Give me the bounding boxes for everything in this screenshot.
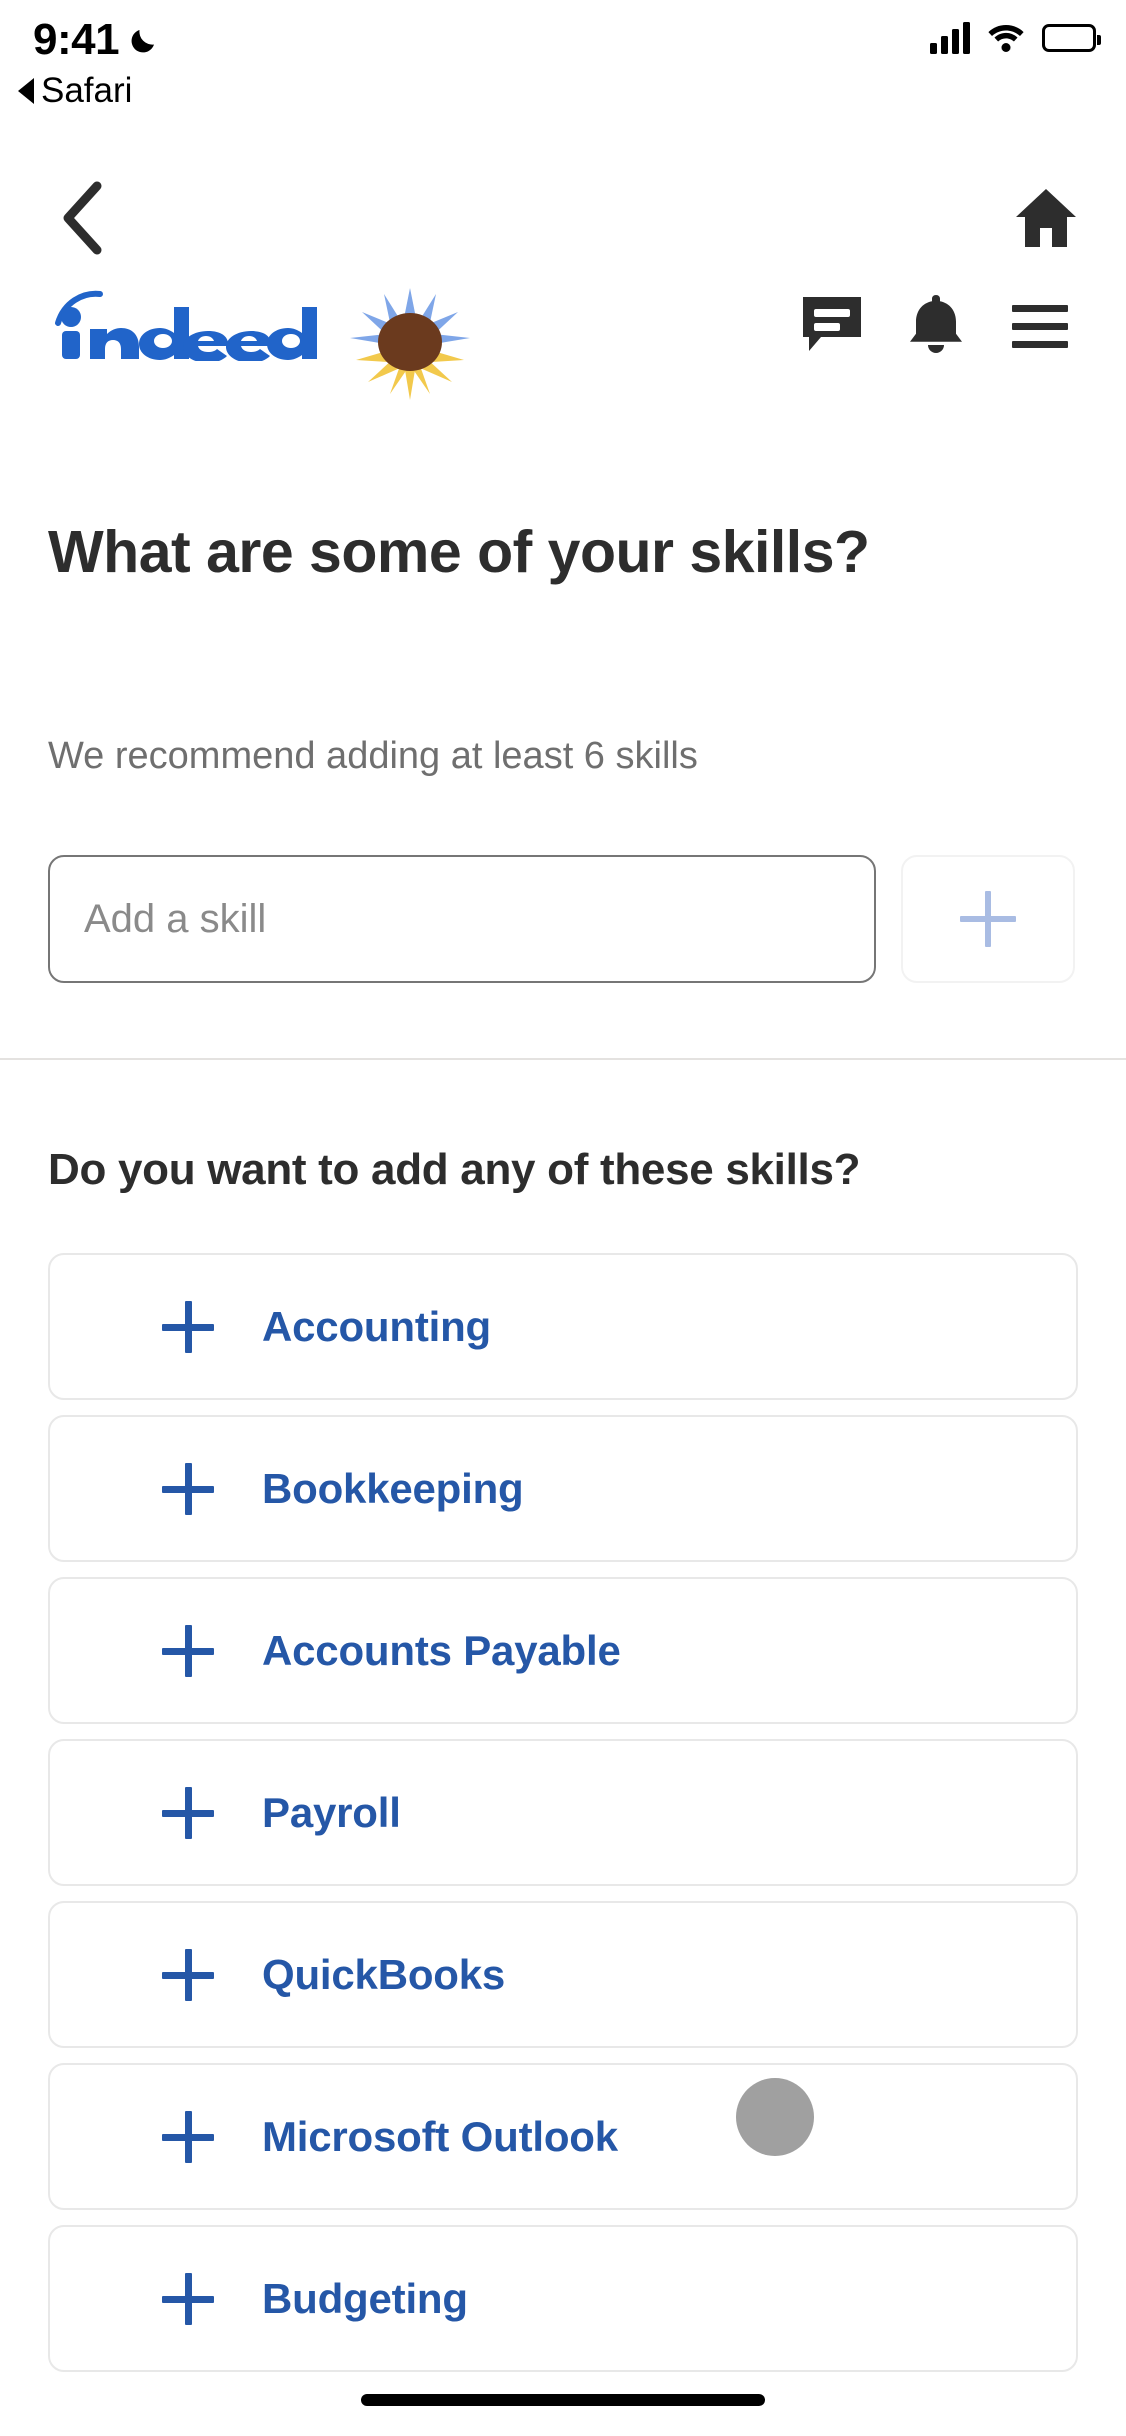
suggested-skill-label: Budgeting bbox=[262, 2274, 468, 2322]
status-bar: 9:41 Safari bbox=[0, 0, 1126, 150]
cellular-signal-icon bbox=[930, 22, 970, 54]
suggested-skill-label: Bookkeeping bbox=[262, 1464, 524, 1512]
bell-icon bbox=[907, 293, 965, 360]
status-time: 9:41 bbox=[33, 15, 120, 64]
plus-icon bbox=[162, 2272, 214, 2325]
page-subtitle: We recommend adding at least 6 skills bbox=[48, 735, 698, 777]
suggested-skill-row[interactable]: Accounting bbox=[48, 1253, 1078, 1400]
sunflower-icon bbox=[340, 282, 480, 402]
suggested-skill-row[interactable]: Microsoft Outlook bbox=[48, 2063, 1078, 2210]
home-icon bbox=[1014, 187, 1078, 254]
suggested-skill-label: Payroll bbox=[262, 1788, 401, 1836]
status-time-group: 9:41 bbox=[33, 18, 162, 62]
plus-icon bbox=[162, 1948, 214, 2001]
back-button[interactable] bbox=[42, 180, 122, 260]
tap-indicator bbox=[736, 2078, 814, 2156]
indeed-logo[interactable] bbox=[52, 290, 317, 361]
suggested-skill-label: Accounting bbox=[262, 1302, 491, 1350]
suggested-skill-row[interactable]: Accounts Payable bbox=[48, 1577, 1078, 1724]
suggested-skill-label: QuickBooks bbox=[262, 1950, 506, 1998]
phone-screen: 9:41 Safari What are some of your skills… bbox=[0, 0, 1126, 2436]
plus-icon bbox=[162, 1462, 214, 1515]
plus-icon bbox=[162, 2110, 214, 2163]
plus-icon bbox=[162, 1786, 214, 1839]
skill-input[interactable] bbox=[48, 855, 876, 983]
suggested-skill-row[interactable]: Bookkeeping bbox=[48, 1415, 1078, 1562]
add-skill-row bbox=[48, 855, 1078, 985]
add-skill-button[interactable] bbox=[901, 855, 1075, 983]
header-action-icons bbox=[780, 290, 1092, 362]
notifications-button[interactable] bbox=[884, 290, 988, 362]
battery-full-icon bbox=[1042, 24, 1101, 52]
suggested-skills-list: Accounting Bookkeeping Accounts Payable … bbox=[48, 1253, 1078, 2372]
plus-icon bbox=[162, 1624, 214, 1677]
plus-icon bbox=[960, 891, 1016, 947]
section-divider bbox=[0, 1058, 1126, 1060]
suggestions-title: Do you want to add any of these skills? bbox=[48, 1145, 861, 1194]
triangle-left-icon bbox=[18, 77, 34, 104]
page-title: What are some of your skills? bbox=[48, 519, 870, 585]
brand-header bbox=[0, 282, 1126, 402]
plus-icon bbox=[162, 1300, 214, 1353]
messages-button[interactable] bbox=[780, 290, 884, 362]
home-indicator[interactable] bbox=[361, 2394, 765, 2406]
status-indicators bbox=[930, 22, 1101, 54]
app-nav-row bbox=[0, 168, 1126, 278]
home-button[interactable] bbox=[1006, 180, 1086, 260]
suggested-skill-label: Accounts Payable bbox=[262, 1626, 621, 1674]
suggested-skill-row[interactable]: Budgeting bbox=[48, 2225, 1078, 2372]
moon-icon bbox=[128, 23, 162, 57]
suggested-skill-row[interactable]: Payroll bbox=[48, 1739, 1078, 1886]
back-app-label: Safari bbox=[41, 71, 133, 110]
wifi-icon bbox=[987, 23, 1025, 53]
hamburger-menu-icon bbox=[1012, 304, 1068, 348]
chevron-left-icon bbox=[59, 181, 105, 260]
back-to-safari-button[interactable]: Safari bbox=[18, 73, 132, 108]
suggested-skill-label: Microsoft Outlook bbox=[262, 2112, 618, 2160]
suggested-skill-row[interactable]: QuickBooks bbox=[48, 1901, 1078, 2048]
menu-button[interactable] bbox=[988, 290, 1092, 362]
message-bubble-icon bbox=[801, 295, 863, 358]
